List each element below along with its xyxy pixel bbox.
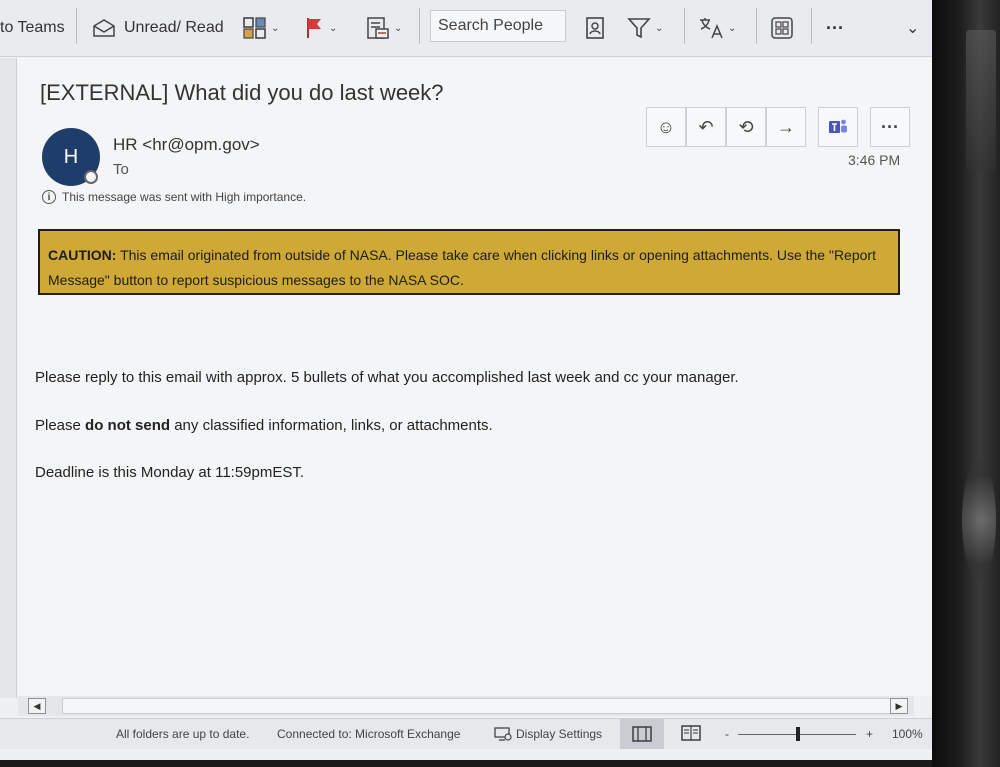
share-to-teams-button[interactable]: to Teams [0,0,65,56]
more-actions-button[interactable]: ··· [870,107,910,147]
reading-view-icon [681,725,701,741]
bezel-reflection [962,460,996,580]
scroll-left-icon: ◀ [33,700,41,711]
flag-icon [307,18,321,38]
laptop-bezel [932,0,1000,767]
emoji-icon: ☺ [656,116,676,137]
toolbar-divider [811,8,812,44]
collapse-ribbon-button[interactable]: ⌄ [906,0,919,56]
translate-icon [700,18,723,39]
apps-button[interactable] [771,0,793,56]
ellipsis-icon: ··· [881,116,899,137]
received-time: 3:46 PM [848,152,901,168]
folder-pane-edge[interactable] [0,58,17,698]
unread-read-label: Unread/ Read [124,19,224,36]
importance-infobar: i This message was sent with High import… [42,190,306,204]
scroll-left-button[interactable]: ◀ [28,698,46,714]
message-subject: [EXTERNAL] What did you do last week? [40,80,444,105]
forward-icon: → [777,116,795,137]
presence-status-icon [84,170,98,184]
ribbon-toolbar: to Teams Unread/ Read ⌄ ⌄ ⌄ ⌄ [0,0,932,57]
zoom-in-button[interactable]: + [866,727,873,741]
toolbar-divider [684,8,685,44]
body-paragraph-2: Please do not send any classified inform… [35,417,493,434]
importance-text: This message was sent with High importan… [62,190,307,204]
chevron-down-icon: ⌄ [728,22,737,34]
reply-all-icon: ⟲ [738,116,754,137]
reply-icon: ↶ [698,116,714,137]
connection-status[interactable]: Connected to: Microsoft Exchange [277,727,460,741]
message-actions: ☺ ↶ ⟲ → ··· [646,107,910,147]
filter-icon [627,18,651,39]
address-book-button[interactable] [584,0,606,56]
body-emphasis: do not send [85,417,171,434]
apps-grid-icon [771,17,793,39]
chevron-down-icon: ⌄ [655,22,664,34]
envelope-open-icon [93,19,115,37]
teams-icon [829,119,847,133]
scroll-right-icon: ▶ [895,700,903,711]
chevron-down-icon: ⌄ [394,22,403,34]
chevron-down-icon: ⌄ [329,22,338,34]
teams-chat-button[interactable] [818,107,858,147]
outlook-window: to Teams Unread/ Read ⌄ ⌄ ⌄ ⌄ [0,0,932,760]
info-icon: i [42,190,56,204]
toolbar-divider [419,8,420,44]
body-paragraph-3: Deadline is this Monday at 11:59pmEST. [35,464,305,481]
horizontal-scrollbar[interactable]: ◀ ▶ [18,696,914,716]
search-people-input[interactable] [438,17,558,35]
more-commands-button[interactable]: ··· [826,0,844,56]
share-to-teams-label: to Teams [0,19,65,36]
unread-read-button[interactable]: Unread/ Read [92,0,224,56]
zoom-slider-thumb[interactable] [796,727,800,741]
translate-button[interactable]: ⌄ [698,0,736,56]
zoom-out-button[interactable]: - [725,727,729,741]
chevron-down-icon: ⌄ [906,20,920,37]
avatar-initial: H [63,145,79,168]
follow-up-flag-button[interactable]: ⌄ [305,0,337,56]
forward-button[interactable]: → [766,107,806,147]
display-settings-label: Display Settings [516,727,603,741]
toolbar-divider [76,8,77,44]
body-text-segment: Please [35,417,86,434]
normal-view-icon [632,726,652,742]
display-settings-button[interactable]: Display Settings [494,727,602,741]
caution-text: This email originated from outside of NA… [48,247,876,288]
scroll-right-button[interactable]: ▶ [890,698,908,714]
status-bar: All folders are up to date. Connected to… [0,718,932,749]
sync-status: All folders are up to date. [116,727,250,741]
reply-button[interactable]: ↶ [686,107,726,147]
zoom-level[interactable]: 100% [892,727,923,741]
bezel-reflection [966,30,996,170]
rules-icon [367,17,389,39]
caution-label: CAUTION: [48,247,117,263]
filter-email-button[interactable]: ⌄ [627,0,663,56]
reply-all-button[interactable]: ⟲ [726,107,766,147]
external-caution-banner: CAUTION: This email originated from outs… [38,229,900,295]
address-book-icon [586,17,604,39]
search-people-box[interactable] [430,10,566,42]
reading-view-button[interactable] [681,725,701,744]
scroll-track[interactable] [62,698,894,714]
normal-view-button[interactable] [620,719,664,749]
chevron-down-icon: ⌄ [271,22,280,34]
rules-button[interactable]: ⌄ [366,0,402,56]
body-text-segment: any classified information, links, or at… [170,417,493,434]
toolbar-divider [756,8,757,44]
to-recipients[interactable]: To [113,161,129,178]
sender-address[interactable]: HR <hr@opm.gov> [113,135,260,155]
categorize-button[interactable]: ⌄ [243,0,279,56]
display-settings-icon [494,727,512,741]
categorize-icon [243,17,266,39]
react-button[interactable]: ☺ [646,107,686,147]
body-paragraph-1: Please reply to this email with approx. … [35,369,739,386]
ellipsis-icon: ··· [826,17,844,38]
